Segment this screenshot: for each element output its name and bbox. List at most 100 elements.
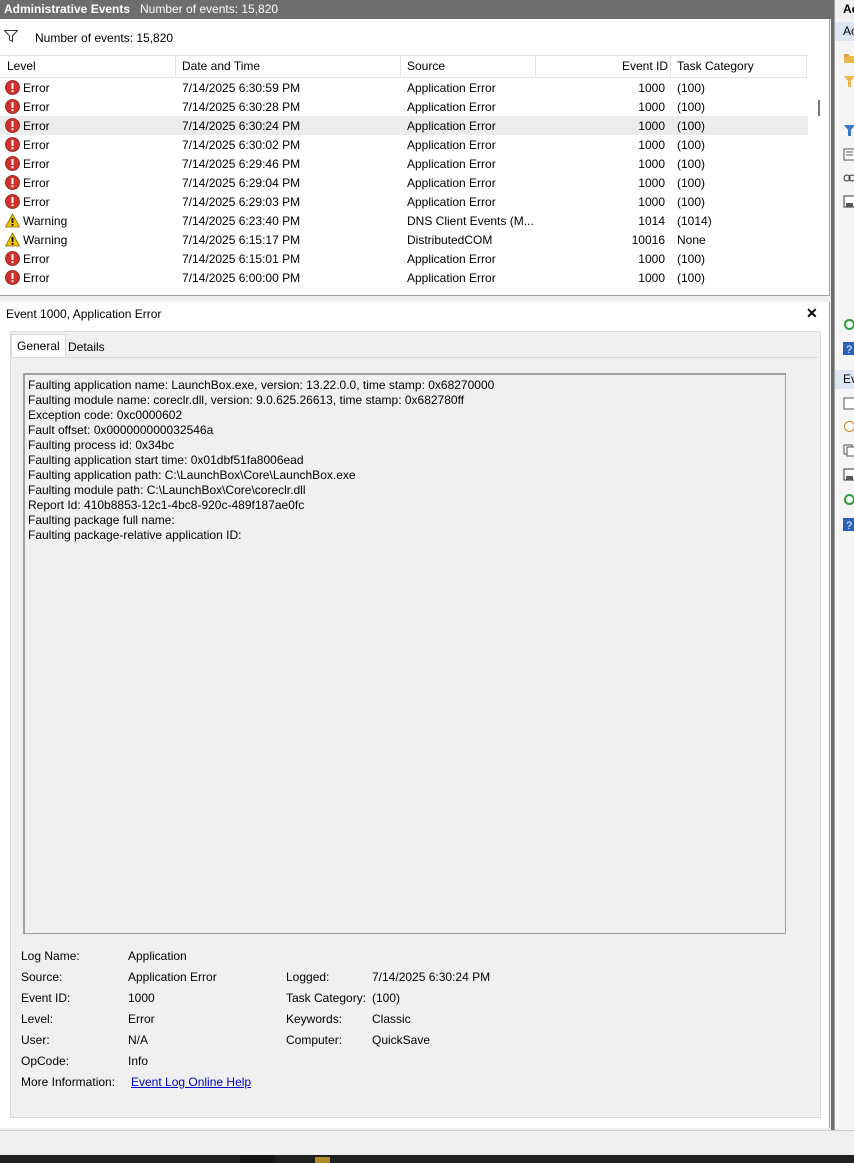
description-line: Faulting application start time: 0x01dbf…	[28, 453, 304, 467]
error-icon	[5, 175, 20, 190]
close-icon[interactable]: ✕	[806, 305, 818, 322]
event-datetime: 7/14/2025 6:00:00 PM	[182, 271, 301, 285]
event-datetime: 7/14/2025 6:30:24 PM	[182, 119, 301, 133]
taskbar-folder-icon[interactable]	[315, 1157, 330, 1163]
event-datetime: 7/14/2025 6:15:01 PM	[182, 252, 301, 266]
tab-details[interactable]: Details	[66, 334, 110, 356]
event-id: 1000	[638, 100, 665, 114]
event-id: 10016	[631, 233, 665, 247]
column-header-level[interactable]: Level	[7, 59, 36, 73]
event-row[interactable]: Error 7/14/2025 6:30:02 PM Application Err…	[0, 135, 808, 154]
filter-icon[interactable]	[843, 75, 854, 88]
event-id: 1000	[638, 81, 665, 95]
error-icon	[5, 156, 20, 171]
event-row[interactable]: Error 7/14/2025 6:00:00 PM Application Err…	[0, 268, 808, 287]
event-source: Application Error	[407, 157, 496, 171]
tab-general[interactable]: General	[11, 334, 66, 357]
logged-value: 7/14/2025 6:30:24 PM	[372, 970, 491, 984]
event-source: Application Error	[407, 271, 496, 285]
open-folder-icon[interactable]	[843, 52, 854, 65]
filter-bar: Number of events: 15,820	[0, 19, 829, 55]
svg-text:?: ?	[846, 344, 852, 355]
event-source: Application Error	[407, 195, 496, 209]
event-id: 1000	[638, 138, 665, 152]
source-value: Application Error	[128, 970, 217, 984]
event-row-partial[interactable]	[0, 287, 808, 291]
actions-pane: Ac Ac ? Ev ?	[834, 0, 854, 1130]
event-level: Error	[23, 119, 50, 133]
event-row[interactable]: Error 7/14/2025 6:30:59 PM Application Err…	[0, 78, 808, 97]
column-header-task-category[interactable]: Task Category	[677, 59, 754, 73]
event-source: DNS Client Events (M...	[407, 214, 534, 228]
description-line: Faulting application path: C:\LaunchBox\…	[28, 468, 356, 482]
event-row[interactable]: Error 7/14/2025 6:30:24 PM Application Err…	[0, 116, 808, 135]
event-id: 1000	[638, 195, 665, 209]
event-actions-header[interactable]: Ev	[835, 370, 854, 389]
help-icon[interactable]: ?	[843, 342, 854, 355]
event-level: Error	[23, 157, 50, 171]
event-task-category: (100)	[677, 81, 706, 95]
event-list-scrollbar[interactable]	[808, 76, 828, 295]
description-line: Faulting package full name:	[28, 513, 175, 527]
event-row[interactable]: Error 7/14/2025 6:29:46 PM Application Err…	[0, 154, 808, 173]
event-id: 1000	[638, 176, 665, 190]
event-datetime: 7/14/2025 6:30:02 PM	[182, 138, 301, 152]
task-category-label: Task Category:	[286, 991, 367, 1005]
description-line: Fault offset: 0x000000000032546a	[28, 423, 214, 437]
event-rows: Error 7/14/2025 6:30:59 PM Application Err…	[0, 78, 808, 291]
column-header-source[interactable]: Source	[407, 59, 445, 73]
keywords-label: Keywords:	[286, 1012, 343, 1026]
event-task-category: (100)	[677, 271, 706, 285]
description-line: Faulting process id: 0x34bc	[28, 438, 175, 452]
event-id: 1000	[638, 157, 665, 171]
event-id: 1000	[638, 252, 665, 266]
actions-section-header[interactable]: Ac	[835, 22, 854, 41]
save-event-icon[interactable]	[843, 468, 854, 481]
tab-details-label: Details	[68, 340, 105, 354]
title-bar: Administrative Events Number of events: …	[0, 0, 831, 19]
computer-value: QuickSave	[372, 1033, 431, 1047]
event-id-label: Event ID:	[21, 991, 71, 1005]
scrollbar-thumb[interactable]	[818, 100, 820, 116]
save-icon[interactable]	[843, 195, 854, 208]
status-bar	[0, 1130, 854, 1156]
event-log-online-help-link[interactable]: Event Log Online Help	[131, 1075, 251, 1089]
filter-icon[interactable]	[4, 30, 18, 42]
attach-task-icon[interactable]	[843, 420, 854, 433]
taskbar-item[interactable]	[240, 1155, 275, 1163]
find-icon[interactable]	[843, 171, 854, 184]
event-list-pane: Number of events: 15,820 Level Date and …	[0, 19, 830, 296]
event-row[interactable]: Error 7/14/2025 6:29:04 PM Application Err…	[0, 173, 808, 192]
column-header-event-id[interactable]: Event ID	[622, 59, 668, 73]
taskbar	[0, 1155, 854, 1163]
event-level: Error	[23, 195, 50, 209]
event-description-box[interactable]: Faulting application name: LaunchBox.exe…	[23, 373, 786, 934]
refresh-event-icon[interactable]	[843, 493, 854, 506]
event-row[interactable]: Error 7/14/2025 6:15:01 PM Application Err…	[0, 249, 808, 268]
event-level: Error	[23, 138, 50, 152]
tab-general-label: General	[17, 339, 60, 353]
event-level: Error	[23, 100, 50, 114]
event-row[interactable]: Error 7/14/2025 6:30:28 PM Application Err…	[0, 97, 808, 116]
event-task-category: (100)	[677, 157, 706, 171]
error-icon	[5, 118, 20, 133]
event-level: Error	[23, 271, 50, 285]
filter-log-icon[interactable]	[843, 124, 854, 137]
description-line: Report Id: 410b8853-12c1-4bc8-920c-489f1…	[28, 498, 305, 512]
general-tab-panel: Faulting application name: LaunchBox.exe…	[11, 357, 818, 1117]
properties-icon[interactable]	[843, 148, 854, 161]
event-properties-icon[interactable]	[843, 397, 854, 410]
refresh-icon[interactable]	[843, 318, 854, 331]
copy-icon[interactable]	[843, 444, 854, 457]
description-line: Exception code: 0xc0000602	[28, 408, 183, 422]
event-level: Warning	[23, 233, 68, 247]
event-row[interactable]: Warning 7/14/2025 6:23:40 PM DNS Client Ev…	[0, 211, 808, 230]
error-icon	[5, 99, 20, 114]
opcode-label: OpCode:	[21, 1054, 70, 1068]
pane-splitter[interactable]	[0, 296, 829, 301]
user-label: User:	[21, 1033, 50, 1047]
event-row[interactable]: Error 7/14/2025 6:29:03 PM Application Err…	[0, 192, 808, 211]
event-help-icon[interactable]: ?	[843, 518, 854, 531]
event-row[interactable]: Warning 7/14/2025 6:15:17 PM DistributedCO…	[0, 230, 808, 249]
column-header-datetime[interactable]: Date and Time	[182, 59, 260, 73]
